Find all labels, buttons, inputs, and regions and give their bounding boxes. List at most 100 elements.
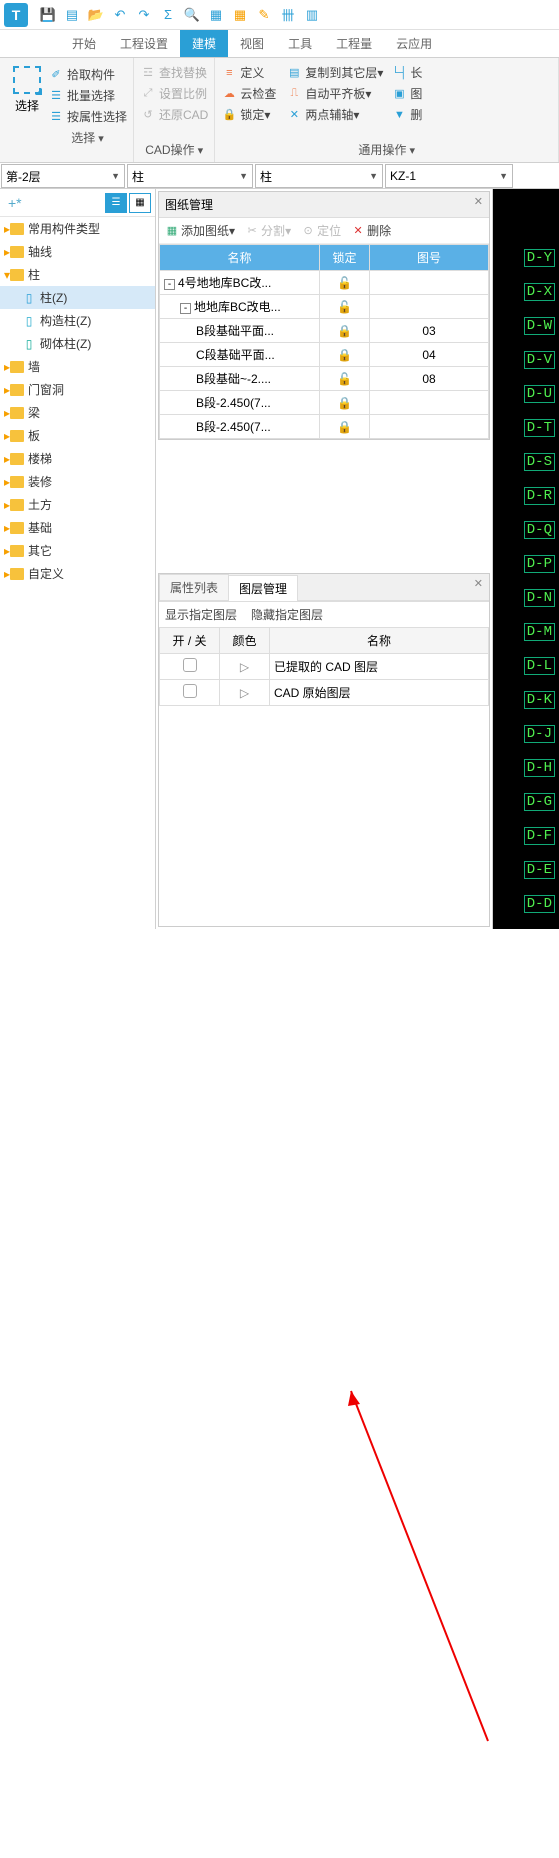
delete-button[interactable]: ✕删除 <box>351 222 391 239</box>
batch-button[interactable]: ☰批量选择 <box>48 85 127 106</box>
tree-node[interactable]: ▸ 梁 <box>0 401 155 424</box>
axis-button[interactable]: ✕两点辅轴 ▾ <box>286 104 383 125</box>
canvas-area[interactable]: D-YD-XD-WD-VD-UD-TD-SD-RD-QD-PD-ND-MD-LD… <box>493 189 559 929</box>
pencil-icon[interactable]: ✎ <box>254 6 274 24</box>
save-icon[interactable]: 💾 <box>38 6 58 24</box>
table-row[interactable]: B段-2.450(7... 🔒 <box>160 391 489 415</box>
tab-view[interactable]: 视图 <box>228 30 276 57</box>
tree-node[interactable]: ▸ 基础 <box>0 516 155 539</box>
lock-closed-icon[interactable]: 🔒 <box>337 420 352 434</box>
redo-icon[interactable]: ↷ <box>134 6 154 24</box>
split-label: 分割 <box>261 222 285 239</box>
table-row[interactable]: -4号地地库BC改...🔓 <box>160 271 489 295</box>
table-row[interactable]: C段基础平面...🔒04 <box>160 343 489 367</box>
tree-node[interactable]: ▸ 自定义 <box>0 562 155 585</box>
table-row[interactable]: B段基础平面...🔒03 <box>160 319 489 343</box>
tree-label: 装修 <box>28 473 52 490</box>
tree-node[interactable]: ▸ 墙 <box>0 355 155 378</box>
tree-node[interactable]: ▯柱(Z) <box>0 286 155 309</box>
grid2-icon[interactable]: ▦ <box>230 6 250 24</box>
tab-cloud[interactable]: 云应用 <box>384 30 444 57</box>
tree-node[interactable]: ▸ 楼梯 <box>0 447 155 470</box>
tree-node[interactable]: ▯砌体柱(Z) <box>0 332 155 355</box>
byattr-button[interactable]: ☰按属性选择 <box>48 106 127 127</box>
pick-button[interactable]: ✐拾取构件 <box>48 64 127 85</box>
folder-icon <box>10 246 24 258</box>
tree-node[interactable]: ▸ 常用构件类型 <box>0 217 155 240</box>
view-list-icon[interactable]: ☰ <box>105 193 127 213</box>
copyto-button[interactable]: ▤复制到其它层 ▾ <box>286 62 383 83</box>
subcat-dropdown[interactable]: 柱▼ <box>255 164 383 188</box>
expander-icon[interactable]: - <box>180 303 191 314</box>
lock-closed-icon[interactable]: 🔒 <box>337 324 352 338</box>
ext3-button[interactable]: ▼删 <box>391 104 422 125</box>
tree-node[interactable]: ▸ 装修 <box>0 470 155 493</box>
define-button[interactable]: ≡定义 <box>221 62 276 83</box>
checkbox[interactable] <box>183 658 197 672</box>
lock-open-icon[interactable]: 🔓 <box>337 276 352 290</box>
lock-button[interactable]: 🔒锁定 ▾ <box>221 104 276 125</box>
tab-project[interactable]: 工程设置 <box>108 30 180 57</box>
tree-node[interactable]: ▸ 其它 <box>0 539 155 562</box>
lock-open-icon[interactable]: 🔓 <box>337 300 352 314</box>
category-dropdown[interactable]: 柱▼ <box>127 164 253 188</box>
tab-start[interactable]: 开始 <box>60 30 108 57</box>
table-row[interactable]: ▷已提取的 CAD 图层 <box>160 654 489 680</box>
hide-layer-option[interactable]: 隐藏指定图层 <box>251 606 323 623</box>
view-grid-icon[interactable]: ▦ <box>129 193 151 213</box>
ext1-button[interactable]: └┤长 <box>391 62 422 83</box>
col-switch: 开 / 关 <box>160 628 220 654</box>
add-drawing-button[interactable]: ▦添加图纸 ▾ <box>165 222 235 239</box>
tab-layers[interactable]: 图层管理 <box>228 575 298 601</box>
grid1-icon[interactable]: ▦ <box>206 6 226 24</box>
ruler-icon[interactable]: 卌 <box>278 6 298 24</box>
open-icon[interactable]: 📂 <box>86 6 106 24</box>
table-row[interactable]: B段基础~-2....🔓08 <box>160 367 489 391</box>
close-icon[interactable]: ✕ <box>474 195 483 208</box>
select-button[interactable]: 选择 <box>6 62 48 158</box>
folder-icon <box>10 361 24 373</box>
ribbon-tabs: 开始 工程设置 建模 视图 工具 工程量 云应用 <box>0 30 559 58</box>
tree-node[interactable]: ▸ 门窗洞 <box>0 378 155 401</box>
grid-marker: D-P <box>524 555 555 573</box>
tab-tools[interactable]: 工具 <box>276 30 324 57</box>
expand-icon[interactable]: ▷ <box>220 654 270 680</box>
tree-node[interactable]: ▸ 板 <box>0 424 155 447</box>
undo-icon[interactable]: ↶ <box>110 6 130 24</box>
table-row[interactable]: ▷CAD 原始图层 <box>160 680 489 706</box>
add-icon[interactable]: ▥ <box>302 6 322 24</box>
tab-model[interactable]: 建模 <box>180 30 228 57</box>
table-row[interactable]: B段-2.450(7...🔒 <box>160 415 489 439</box>
floor-dropdown[interactable]: 第-2层▼ <box>1 164 125 188</box>
expander-icon[interactable]: - <box>164 279 175 290</box>
find-icon: ☲ <box>140 66 156 80</box>
expand-icon[interactable]: ▷ <box>220 680 270 706</box>
tree-node[interactable]: ▸ 土方 <box>0 493 155 516</box>
table-row[interactable]: -地地库BC改电...🔓 <box>160 295 489 319</box>
sigma-icon[interactable]: Σ <box>158 6 178 24</box>
member-dropdown[interactable]: KZ-1▼ <box>385 164 513 188</box>
tree-node[interactable]: ▾ 柱 <box>0 263 155 286</box>
cloudcheck-button[interactable]: ☁云检查 <box>221 83 276 104</box>
tree-node[interactable]: ▯构造柱(Z) <box>0 309 155 332</box>
drawing-name: B段-2.450(7... <box>196 396 271 410</box>
lock-open-icon[interactable]: 🔓 <box>337 372 352 386</box>
close-icon[interactable]: ✕ <box>474 577 483 590</box>
grid-marker: D-S <box>524 453 555 471</box>
add-node-icon[interactable]: +* <box>8 195 22 211</box>
checkbox[interactable] <box>183 684 197 698</box>
tree-label: 自定义 <box>28 565 64 582</box>
column-icon: ▯ <box>22 337 36 351</box>
tree-node[interactable]: ▸ 轴线 <box>0 240 155 263</box>
lock-closed-icon[interactable]: 🔒 <box>337 396 352 410</box>
check-icon[interactable]: 🔍 <box>182 6 202 24</box>
pick-label: 拾取构件 <box>67 66 115 83</box>
show-layer-option[interactable]: 显示指定图层 <box>165 606 237 623</box>
align-button[interactable]: ⎍自动平齐板 ▾ <box>286 83 383 104</box>
lock-closed-icon[interactable]: 🔒 <box>337 348 352 362</box>
new-icon[interactable]: ▤ <box>62 6 82 24</box>
ext2-button[interactable]: ▣图 <box>391 83 422 104</box>
component-tree-panel: +* ☰ ▦ ▸ 常用构件类型▸ 轴线▾ 柱▯柱(Z)▯构造柱(Z)▯砌体柱(Z… <box>0 189 156 929</box>
tab-attrs[interactable]: 属性列表 <box>159 574 229 600</box>
tab-quantity[interactable]: 工程量 <box>324 30 384 57</box>
